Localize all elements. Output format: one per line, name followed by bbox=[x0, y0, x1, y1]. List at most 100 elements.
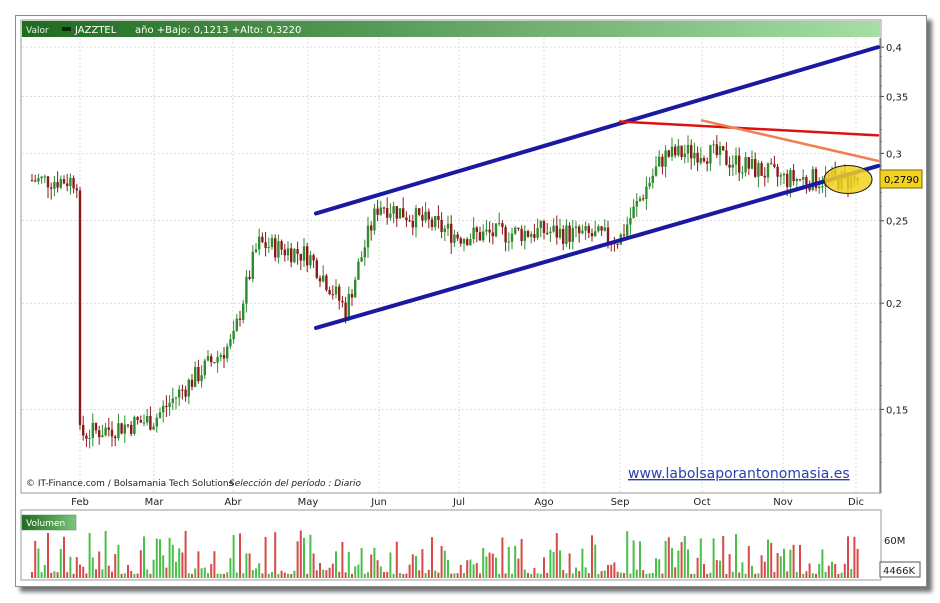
volume-bar bbox=[194, 568, 197, 578]
candle-body bbox=[261, 236, 264, 243]
candle-body bbox=[712, 144, 715, 146]
candle-body bbox=[194, 367, 197, 387]
candle-body bbox=[715, 144, 718, 156]
volume-bar bbox=[568, 553, 571, 578]
candle-body bbox=[606, 227, 610, 243]
candle-body bbox=[248, 276, 251, 279]
x-tick-label: Mar bbox=[145, 497, 165, 508]
volume-bar bbox=[834, 563, 837, 578]
candle-body bbox=[546, 233, 549, 235]
x-tick-label: Oct bbox=[693, 497, 710, 508]
volume-bar bbox=[722, 535, 725, 578]
volume-bar bbox=[475, 563, 478, 578]
volume-bar bbox=[107, 565, 110, 578]
volume-bar bbox=[427, 569, 430, 578]
volume-bar bbox=[373, 547, 376, 578]
volume-bar bbox=[479, 573, 481, 578]
volume-bar bbox=[357, 564, 360, 578]
volume-bar bbox=[658, 559, 661, 578]
watermark-link[interactable]: www.labolsaporantonomasia.es bbox=[628, 466, 850, 482]
volume-bar bbox=[514, 545, 517, 578]
volume-bar bbox=[271, 572, 273, 578]
volume-bar bbox=[703, 564, 705, 578]
candle-body bbox=[158, 412, 162, 418]
candle-body bbox=[283, 249, 286, 256]
volume-bar bbox=[101, 569, 104, 578]
volume-bar bbox=[815, 573, 817, 578]
candle-body bbox=[622, 234, 626, 236]
volume-bar bbox=[200, 568, 203, 578]
volume-bar bbox=[459, 564, 462, 578]
volume-bar bbox=[155, 538, 158, 578]
candle-body bbox=[466, 239, 469, 246]
candle-body bbox=[574, 226, 578, 229]
candle-body bbox=[510, 233, 514, 242]
volume-bar bbox=[322, 569, 325, 578]
volume-bar bbox=[824, 571, 827, 578]
volume-bar bbox=[43, 564, 46, 578]
volume-bar bbox=[392, 573, 395, 578]
volume-bar bbox=[79, 564, 81, 578]
volume-bar bbox=[507, 546, 510, 578]
volume-bar bbox=[335, 551, 337, 578]
series-swatch bbox=[62, 27, 71, 31]
candle-body bbox=[232, 330, 235, 340]
volume-bar bbox=[191, 573, 193, 578]
candle-body bbox=[450, 223, 453, 243]
volume-bar bbox=[498, 573, 501, 578]
volume-bar bbox=[591, 535, 593, 578]
volume-bar bbox=[562, 569, 565, 578]
candle-body bbox=[91, 422, 94, 438]
volume-bar bbox=[850, 569, 853, 578]
volume-bar bbox=[683, 536, 686, 578]
candle-body bbox=[766, 163, 770, 178]
x-tick-label: Feb bbox=[71, 497, 89, 508]
candle-body bbox=[245, 276, 248, 304]
candle-body bbox=[222, 355, 226, 359]
candle-body bbox=[542, 221, 546, 234]
volume-bar bbox=[424, 573, 427, 578]
volume-bar bbox=[661, 573, 664, 578]
candle-body bbox=[43, 176, 46, 178]
candle-body bbox=[123, 424, 126, 434]
volume-bar bbox=[811, 573, 814, 578]
volume-bar bbox=[235, 572, 238, 578]
volume-bar bbox=[642, 570, 645, 578]
candle-body bbox=[142, 422, 146, 424]
candle-body bbox=[750, 159, 754, 169]
volume-bar bbox=[184, 530, 187, 578]
volume-bar bbox=[504, 573, 507, 578]
candle-body bbox=[667, 150, 670, 157]
volume-bar bbox=[511, 573, 513, 578]
volume-bar bbox=[789, 549, 792, 578]
candle-body bbox=[293, 249, 296, 263]
volume-bar bbox=[127, 564, 129, 578]
volume-bar bbox=[786, 571, 789, 578]
x-tick-label: Sep bbox=[611, 497, 630, 508]
candle-body bbox=[776, 166, 779, 177]
volume-bar bbox=[735, 533, 737, 578]
candle-body bbox=[530, 234, 533, 237]
volume-bar bbox=[319, 562, 321, 578]
candle-body bbox=[197, 367, 200, 382]
volume-bar bbox=[440, 545, 443, 578]
volume-bar bbox=[264, 536, 267, 578]
candle-body bbox=[296, 249, 299, 254]
candle-body bbox=[354, 279, 357, 298]
candle-body bbox=[757, 163, 760, 177]
x-tick-label: Jun bbox=[370, 497, 387, 508]
volume-bar bbox=[482, 547, 485, 578]
volume-bar bbox=[840, 572, 843, 578]
volume-bar bbox=[283, 572, 286, 578]
volume-bar bbox=[367, 572, 369, 578]
volume-bar bbox=[795, 572, 798, 578]
volume-bar bbox=[88, 533, 91, 578]
volume-bar bbox=[146, 569, 149, 578]
volume-bar bbox=[69, 556, 72, 578]
volume-bar bbox=[421, 549, 424, 578]
volume-bar bbox=[165, 567, 168, 578]
candle-body bbox=[162, 405, 165, 413]
candle-body bbox=[661, 156, 664, 167]
volume-bar bbox=[37, 548, 40, 578]
candle-body bbox=[322, 275, 325, 282]
